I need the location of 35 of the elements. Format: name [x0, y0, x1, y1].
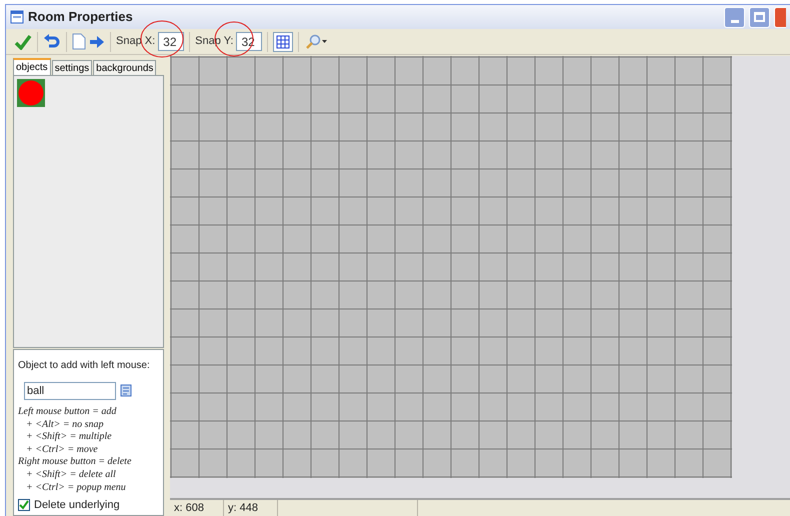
annotation-circle: [140, 20, 184, 58]
undo-icon[interactable]: [43, 34, 61, 50]
snap-x-field[interactable]: 32: [158, 32, 184, 51]
window-title: Room Properties: [28, 8, 133, 26]
arrow-right-icon[interactable]: [89, 34, 105, 48]
checkbox-box[interactable]: [18, 499, 30, 512]
maximize-button[interactable]: [749, 6, 770, 28]
object-thumbnail[interactable]: [17, 79, 45, 107]
grid-toggle-button[interactable]: [273, 32, 294, 52]
list-menu-icon[interactable]: [120, 384, 134, 398]
status-coordinate: x: 608: [170, 500, 224, 516]
minimize-button[interactable]: [724, 6, 745, 28]
help-line: Left mouse button = add: [18, 406, 118, 419]
status-coordinate: y: 448: [224, 500, 278, 516]
object-name-field[interactable]: ball: [24, 382, 116, 400]
ball-icon: [18, 80, 44, 106]
snap-x-label: Snap X:: [116, 34, 156, 50]
panel-tab[interactable]: backgrounds: [93, 60, 156, 75]
page-icon[interactable]: [72, 33, 86, 50]
help-line: + <Ctrl> = move: [25, 444, 99, 456]
help-line: + <Shift> = multiple: [25, 431, 113, 444]
help-line: + <Alt> = no snap: [25, 418, 105, 432]
panel-tab[interactable]: settings: [52, 60, 92, 75]
window-icon: [10, 10, 24, 24]
delete-underlying-checkbox[interactable]: Delete underlying: [18, 497, 159, 514]
help-line: + <Shift> = delete all: [25, 468, 117, 482]
help-line: Right mouse button = delete: [18, 456, 132, 469]
help-line: + <Ctrl> = popup menu: [25, 482, 127, 494]
panel-tab[interactable]: objects: [13, 58, 51, 75]
checkmark-icon[interactable]: [14, 34, 32, 50]
zoom-icon[interactable]: [304, 34, 328, 50]
checkbox-label: Delete underlying: [34, 498, 120, 514]
close-button[interactable]: [774, 6, 786, 28]
checkmark-icon: [19, 500, 29, 510]
add-object-prompt: Object to add with left mouse:: [18, 359, 151, 373]
